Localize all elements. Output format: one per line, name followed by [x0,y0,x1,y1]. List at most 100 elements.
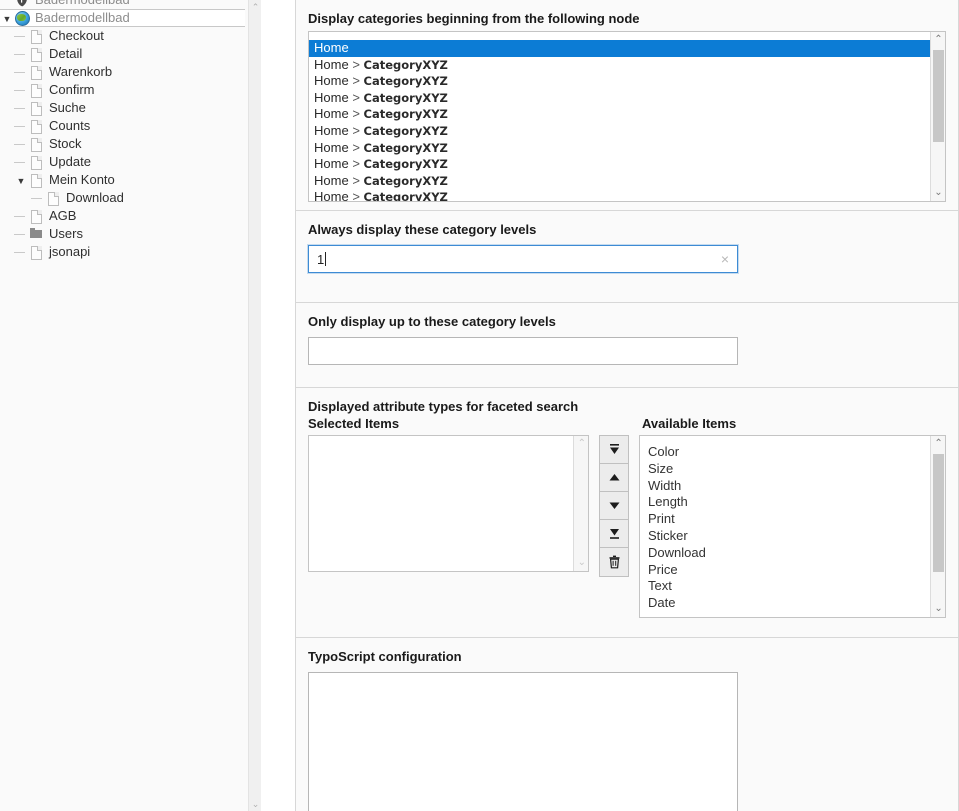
scroll-up-icon[interactable]: ⌃ [931,32,945,48]
node-option[interactable]: Home > CategoryXYZ [309,73,945,90]
page-tree-item[interactable]: Warenkorb [0,63,248,81]
page-tree-item[interactable]: Detail [0,45,248,63]
node-option-category: CategoryXYZ [363,140,448,155]
page-tree-item[interactable]: Update [0,153,248,171]
selected-items-listbox[interactable]: ⌃ ⌄ [308,435,590,572]
page-tree-item-label: Stock [49,136,82,151]
folder-icon [28,226,44,242]
node-listbox-scrollbar[interactable]: ⌃ ⌄ [930,32,945,201]
label-max-levels: Only display up to these category levels [308,314,556,329]
node-option-separator: > [352,106,360,122]
move-up-button[interactable] [600,464,628,492]
page-tree-item[interactable]: Users [0,225,248,243]
page-tree-item[interactable]: Stock [0,135,248,153]
scrollbar-thumb[interactable] [933,454,945,572]
max-levels-input[interactable] [308,337,738,365]
scroll-up-icon[interactable]: ⌃ [574,436,588,452]
available-items-scrollbar[interactable]: ⌃ ⌄ [930,436,946,617]
listbox-top-pad [309,32,945,40]
node-option-root: Home [314,89,349,105]
available-item[interactable]: Length [640,494,945,511]
available-item[interactable]: Color [640,444,945,461]
scroll-up-icon[interactable]: ⌃ [931,436,945,452]
scroll-down-icon[interactable]: ⌄ [931,601,945,617]
available-item[interactable]: Sticker [640,528,945,545]
move-to-top-button[interactable] [600,436,628,464]
dual-list-buttons [599,435,629,577]
node-option-category: CategoryXYZ [363,74,448,89]
tree-connector [14,207,28,225]
page-tree-scrollbar[interactable]: ⌃ ⌄ [248,0,261,811]
always-levels-input[interactable]: 1 × [308,245,738,273]
available-items-list[interactable]: Color Size Width Length Print Sticker Download… [640,444,945,612]
page-tree-item[interactable]: AGB [0,207,248,225]
scroll-up-icon[interactable]: ⌃ [249,0,262,14]
tree-expander[interactable]: ▼ [14,171,28,190]
always-levels-value: 1 [317,251,327,267]
page-tree-item[interactable]: Suche [0,99,248,117]
move-down-button[interactable] [600,492,628,520]
available-item[interactable]: Text [640,578,945,595]
page-icon [28,172,44,188]
node-option[interactable]: Home > CategoryXYZ [309,57,945,74]
available-item[interactable]: Print [640,511,945,528]
node-option-root: Home [314,139,349,155]
tree-connector [14,81,28,99]
scroll-down-icon[interactable]: ⌄ [249,797,262,811]
tree-connector [14,45,28,63]
scrollbar-thumb[interactable] [933,50,944,142]
dual-list-body: ⌃ ⌄ Color Size Width Length Print Sticke… [308,435,947,618]
page-tree-item[interactable]: Checkout [0,27,248,45]
node-option[interactable]: Home > CategoryXYZ [309,189,945,201]
node-option[interactable]: Home > CategoryXYZ [309,173,945,190]
move-to-bottom-button[interactable] [600,520,628,548]
scroll-down-icon[interactable]: ⌄ [931,185,945,201]
page-tree-item-label: Detail [49,46,83,61]
available-item[interactable]: Size [640,461,945,478]
tree-connector [31,189,45,207]
page-tree-item[interactable]: Download [0,189,248,207]
page-tree-item[interactable]: Badermodellbad [0,0,248,9]
page-tree-item[interactable]: Confirm [0,81,248,99]
available-item[interactable]: Price [640,562,945,579]
available-item[interactable]: Width [640,478,945,495]
page-tree-item[interactable]: ▼ Badermodellbad [0,9,245,27]
node-option-root: Home [314,40,349,55]
tree-connector [14,99,28,117]
node-option[interactable]: Home > CategoryXYZ [309,140,945,157]
page-icon [28,136,44,152]
typo3-logo-icon [14,0,30,8]
page-tree-item[interactable]: jsonapi [0,243,248,261]
available-item[interactable]: Date [640,595,945,612]
node-option[interactable]: Home > CategoryXYZ [309,156,945,173]
selected-items-scrollbar[interactable]: ⌃ ⌄ [573,436,589,571]
page-tree-item[interactable]: ▼ Mein Konto [0,171,248,189]
node-option[interactable]: Home [309,40,945,57]
page-tree-item[interactable]: Counts [0,117,248,135]
page-icon [28,154,44,170]
node-option[interactable]: Home > CategoryXYZ [309,123,945,140]
node-option[interactable]: Home > CategoryXYZ [309,90,945,107]
node-option-separator: > [352,172,360,188]
label-always-levels: Always display these category levels [308,222,537,237]
delete-button[interactable] [600,548,628,576]
page-tree-item-label: Badermodellbad [35,10,130,25]
page-tree-item-label: Badermodellbad [33,0,130,9]
tree-expander[interactable]: ▼ [0,9,14,28]
scroll-down-icon[interactable]: ⌄ [574,555,588,571]
available-items-listbox[interactable]: Color Size Width Length Print Sticker Download… [639,435,947,618]
node-option-root: Home [314,106,349,122]
typoscript-textarea[interactable] [308,672,738,811]
page-tree-item-label: Checkout [49,28,104,43]
node-option-separator: > [352,122,360,138]
tree-connector [14,117,28,135]
node-option[interactable]: Home > CategoryXYZ [309,106,945,123]
clear-icon[interactable]: × [713,251,737,267]
node-listbox[interactable]: Home Home > CategoryXYZ Home > CategoryXYZ… [308,31,946,202]
node-option-category: CategoryXYZ [363,123,448,138]
section-max-levels: Only display up to these category levels [295,303,959,388]
section-always-levels: Always display these category levels 1 × [295,211,959,303]
node-option-list[interactable]: Home Home > CategoryXYZ Home > CategoryXYZ… [309,40,945,201]
available-item[interactable]: Download [640,545,945,562]
header-spacer [592,416,642,435]
